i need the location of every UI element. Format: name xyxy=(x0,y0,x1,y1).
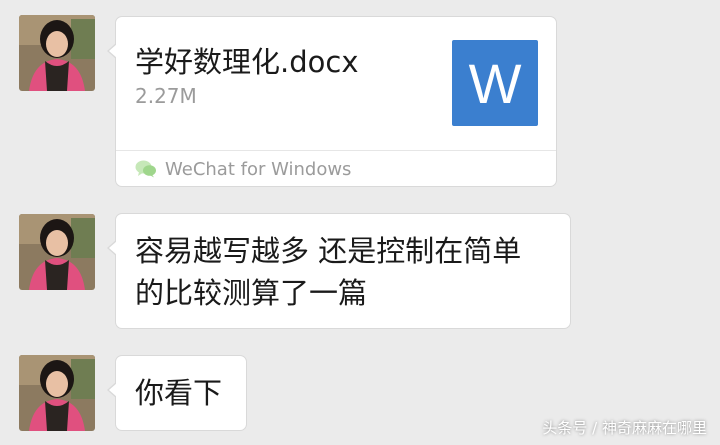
text-message-bubble[interactable]: 容易越写越多 还是控制在简单 的比较测算了一篇 xyxy=(107,213,571,329)
watermark: 头条号 / 神奇麻麻在哪里 xyxy=(542,419,707,437)
avatar[interactable] xyxy=(19,355,95,431)
file-source: WeChat for Windows xyxy=(135,158,351,180)
message-text: 你看下 xyxy=(135,376,223,410)
avatar[interactable] xyxy=(19,214,95,290)
source-label: WeChat for Windows xyxy=(165,158,352,180)
file-size: 2.27M xyxy=(135,84,197,108)
file-name: 学好数理化.docx xyxy=(135,45,359,79)
word-file-icon-letter: W xyxy=(468,51,522,115)
wechat-icon xyxy=(135,160,156,178)
message-text: 容易越写越多 还是控制在简单 的比较测算了一篇 xyxy=(135,234,522,310)
text-message-bubble[interactable]: 你看下 xyxy=(107,355,247,431)
divider xyxy=(116,150,556,151)
word-file-icon: W xyxy=(452,40,538,126)
avatar[interactable] xyxy=(19,15,95,91)
file-message-bubble[interactable]: 学好数理化.docx 2.27M W WeChat for Windows xyxy=(107,16,557,187)
